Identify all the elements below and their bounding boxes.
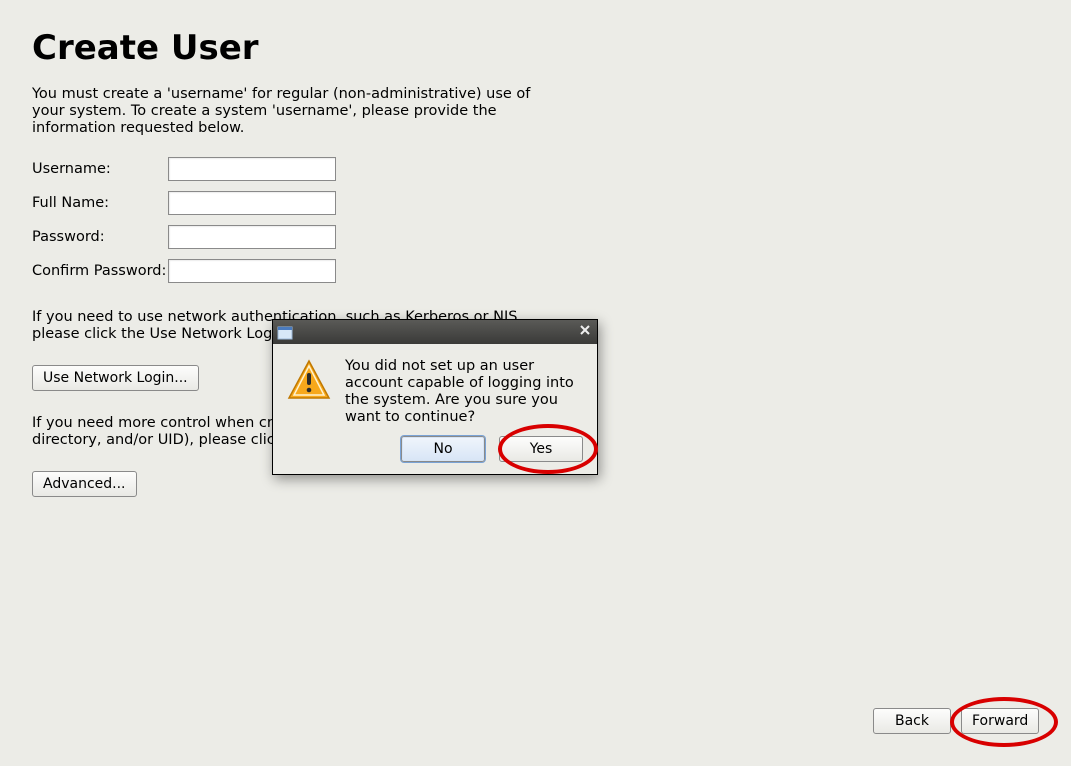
username-label: Username: (32, 161, 168, 177)
intro-text: You must create a 'username' for regular… (32, 86, 552, 137)
dialog-yes-button[interactable]: Yes (499, 436, 583, 462)
dialog-no-button[interactable]: No (401, 436, 485, 462)
dialog-titlebar[interactable] (273, 320, 597, 344)
dialog-message: You did not set up an user account capab… (345, 358, 583, 426)
username-input[interactable] (168, 157, 336, 181)
fullname-input[interactable] (168, 191, 336, 215)
fullname-label: Full Name: (32, 195, 168, 211)
back-button[interactable]: Back (873, 708, 951, 734)
window-icon (277, 325, 293, 339)
password-row: Password: (32, 223, 1039, 251)
fullname-row: Full Name: (32, 189, 1039, 217)
password-input[interactable] (168, 225, 336, 249)
warning-icon (287, 358, 331, 426)
forward-button[interactable]: Forward (961, 708, 1039, 734)
confirm-dialog: You did not set up an user account capab… (272, 319, 598, 475)
confirm-password-label: Confirm Password: (32, 263, 168, 279)
use-network-login-button[interactable]: Use Network Login... (32, 365, 199, 391)
dialog-close-button[interactable] (577, 324, 593, 340)
username-row: Username: (32, 155, 1039, 183)
password-label: Password: (32, 229, 168, 245)
page-title: Create User (32, 28, 1039, 68)
confirm-password-input[interactable] (168, 259, 336, 283)
create-user-page: Create User You must create a 'username'… (0, 0, 1071, 766)
nav-buttons: Back Forward (873, 708, 1039, 734)
confirm-password-row: Confirm Password: (32, 257, 1039, 285)
advanced-button[interactable]: Advanced... (32, 471, 137, 497)
